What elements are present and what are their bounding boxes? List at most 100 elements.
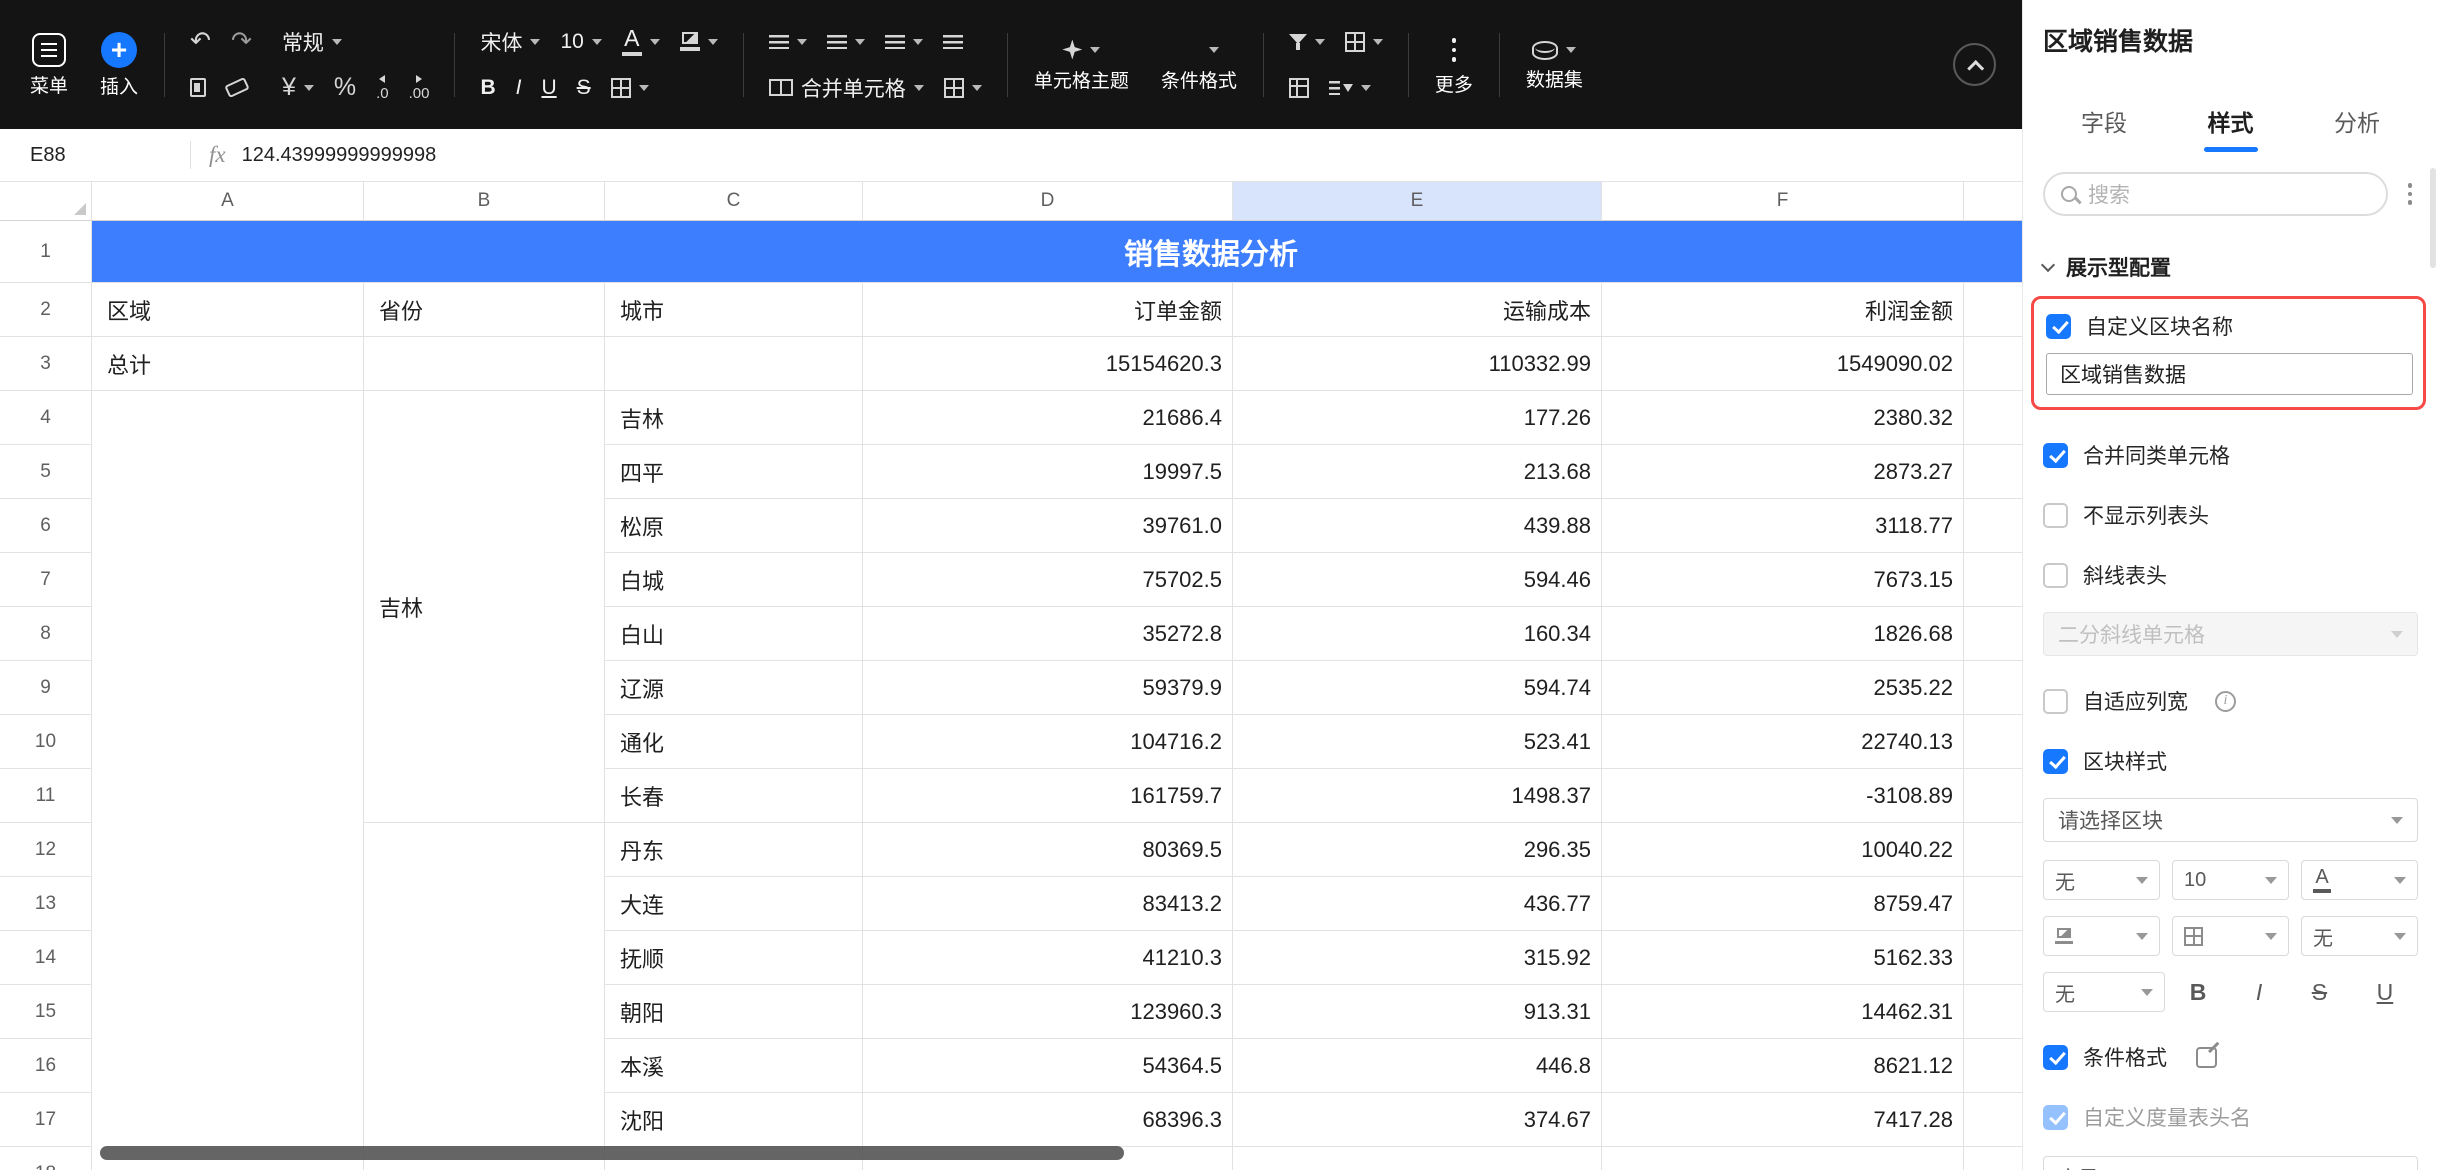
cell-city[interactable]: 辽源	[605, 661, 863, 715]
font-family-select[interactable]: 宋体	[471, 22, 549, 62]
underline-toggle[interactable]: U	[2377, 979, 2394, 1006]
row-header[interactable]: 17	[0, 1093, 92, 1147]
panel-scrollbar[interactable]	[2430, 168, 2436, 268]
merged-region-cell[interactable]	[92, 391, 363, 1170]
merge-same-cells-checkbox-row[interactable]: 合并同类单元格	[2043, 440, 2418, 470]
section-display-config[interactable]: 展示型配置	[2040, 252, 2418, 282]
block-select[interactable]: 请选择区块	[2043, 798, 2418, 842]
horizontal-scrollbar[interactable]	[100, 1146, 1124, 1160]
cell-shipping-cost[interactable]: 160.34	[1233, 607, 1602, 661]
cell-order-amount[interactable]: 161759.7	[863, 769, 1233, 823]
cell-overflow[interactable]	[1964, 715, 2022, 769]
column-header-b[interactable]: B	[364, 182, 605, 221]
cell-overflow[interactable]	[1964, 391, 2022, 445]
row-header[interactable]: 15	[0, 985, 92, 1039]
cell-order-amount[interactable]: 75702.5	[863, 553, 1233, 607]
cell-order-amount[interactable]: 39761.0	[863, 499, 1233, 553]
cell-profit[interactable]: 7417.28	[1602, 1093, 1964, 1147]
cell-order-amount[interactable]: 19997.5	[863, 445, 1233, 499]
cell-city[interactable]: 抚顺	[605, 931, 863, 985]
cell-order-amount[interactable]: 123960.3	[863, 985, 1233, 1039]
more-button[interactable]: 更多	[1419, 34, 1489, 95]
cell-shipping-cost[interactable]: 439.88	[1233, 499, 1602, 553]
cell-city[interactable]: 通化	[605, 715, 863, 769]
cell-overflow[interactable]	[1964, 1039, 2022, 1093]
cell-shipping-cost[interactable]: 594.74	[1233, 661, 1602, 715]
number-format-select[interactable]: 常规	[273, 22, 351, 62]
cell-city[interactable]: 丹东	[605, 823, 863, 877]
sheet-title-cell[interactable]: 销售数据分析	[92, 221, 2022, 283]
italic-button[interactable]: I	[507, 68, 531, 108]
cell-overflow[interactable]	[1964, 985, 2022, 1039]
tab-fields[interactable]: 字段	[2077, 104, 2131, 152]
vertical-align-button[interactable]	[818, 22, 874, 62]
cell-shipping-cost[interactable]: 436.77	[1233, 877, 1602, 931]
cell-profit[interactable]	[1602, 1147, 1964, 1170]
collapse-toolbar-button[interactable]	[1953, 43, 1996, 86]
row-header[interactable]: 9	[0, 661, 92, 715]
cell-overflow[interactable]	[1964, 283, 2022, 337]
row-header[interactable]: 13	[0, 877, 92, 931]
row-header[interactable]: 12	[0, 823, 92, 877]
bold-button[interactable]: B	[471, 68, 504, 108]
cell-overflow[interactable]	[1964, 1147, 2022, 1170]
row-header[interactable]: 6	[0, 499, 92, 553]
cell-city[interactable]: 四平	[605, 445, 863, 499]
info-icon[interactable]: i	[2215, 690, 2236, 712]
dataset-button[interactable]: 数据集	[1510, 39, 1599, 90]
cell-profit[interactable]: 5162.33	[1602, 931, 1964, 985]
currency-format-button[interactable]: ¥	[273, 68, 323, 108]
eraser-button[interactable]	[217, 68, 257, 108]
filter-button[interactable]	[1280, 22, 1334, 62]
measure-name-input[interactable]: 度量	[2043, 1156, 2418, 1170]
row-header[interactable]: 18	[0, 1147, 92, 1170]
merged-province-cell-2[interactable]	[364, 823, 604, 1170]
cell-city[interactable]: 本溪	[605, 1039, 863, 1093]
cell-empty[interactable]	[605, 337, 863, 391]
style-border-style-select[interactable]: 无	[2301, 916, 2418, 956]
cell-profit[interactable]: 2380.32	[1602, 391, 1964, 445]
cell-order-amount[interactable]: 41210.3	[863, 931, 1233, 985]
cell-total-shipping[interactable]: 110332.99	[1233, 337, 1602, 391]
cell-overflow[interactable]	[1964, 553, 2022, 607]
style-font-family-select[interactable]: 无	[2043, 860, 2160, 900]
row-header[interactable]: 5	[0, 445, 92, 499]
cell-profit[interactable]: 14462.31	[1602, 985, 1964, 1039]
row-header[interactable]: 10	[0, 715, 92, 769]
cell-profit[interactable]: 2535.22	[1602, 661, 1964, 715]
format-painter-button[interactable]	[181, 68, 215, 108]
cell-shipping-cost[interactable]: 296.35	[1233, 823, 1602, 877]
custom-block-name-checkbox-row[interactable]: 自定义区块名称	[2046, 311, 2413, 341]
conditional-format-button[interactable]: 条件格式	[1145, 39, 1253, 91]
edit-icon[interactable]	[2196, 1046, 2217, 1068]
cell-shipping-cost[interactable]: 177.26	[1233, 391, 1602, 445]
row-header[interactable]: 8	[0, 607, 92, 661]
style-border-select[interactable]	[2172, 916, 2289, 956]
cell-city[interactable]: 白城	[605, 553, 863, 607]
cell-profit[interactable]: 8621.12	[1602, 1039, 1964, 1093]
cell-city[interactable]: 吉林	[605, 391, 863, 445]
cell-shipping-cost[interactable]: 523.41	[1233, 715, 1602, 769]
cell-header-province[interactable]: 省份	[364, 283, 605, 337]
cell-profit[interactable]: 22740.13	[1602, 715, 1964, 769]
column-header-d[interactable]: D	[863, 182, 1233, 221]
cell-overflow[interactable]	[1964, 499, 2022, 553]
text-wrap-button[interactable]	[876, 22, 932, 62]
cell-order-amount[interactable]: 35272.8	[863, 607, 1233, 661]
cell-overflow[interactable]	[1964, 661, 2022, 715]
cell-overflow[interactable]	[1964, 445, 2022, 499]
font-color-button[interactable]: A	[613, 22, 669, 62]
row-header[interactable]: 16	[0, 1039, 92, 1093]
insert-button[interactable]: + 插入	[84, 32, 154, 97]
cell-profit[interactable]: 3118.77	[1602, 499, 1964, 553]
cell-profit[interactable]: 8759.47	[1602, 877, 1964, 931]
cell-order-amount[interactable]: 68396.3	[863, 1093, 1233, 1147]
cell-total-profit[interactable]: 1549090.02	[1602, 337, 1964, 391]
cell-order-amount[interactable]: 21686.4	[863, 391, 1233, 445]
slash-header-checkbox-row[interactable]: 斜线表头	[2043, 560, 2418, 590]
indent-button[interactable]	[934, 22, 972, 62]
row-header-1[interactable]: 1	[0, 221, 92, 283]
cell-profit[interactable]: -3108.89	[1602, 769, 1964, 823]
auto-fit-width-checkbox-row[interactable]: 自适应列宽 i	[2043, 686, 2418, 716]
cell-shipping-cost[interactable]: 374.67	[1233, 1093, 1602, 1147]
